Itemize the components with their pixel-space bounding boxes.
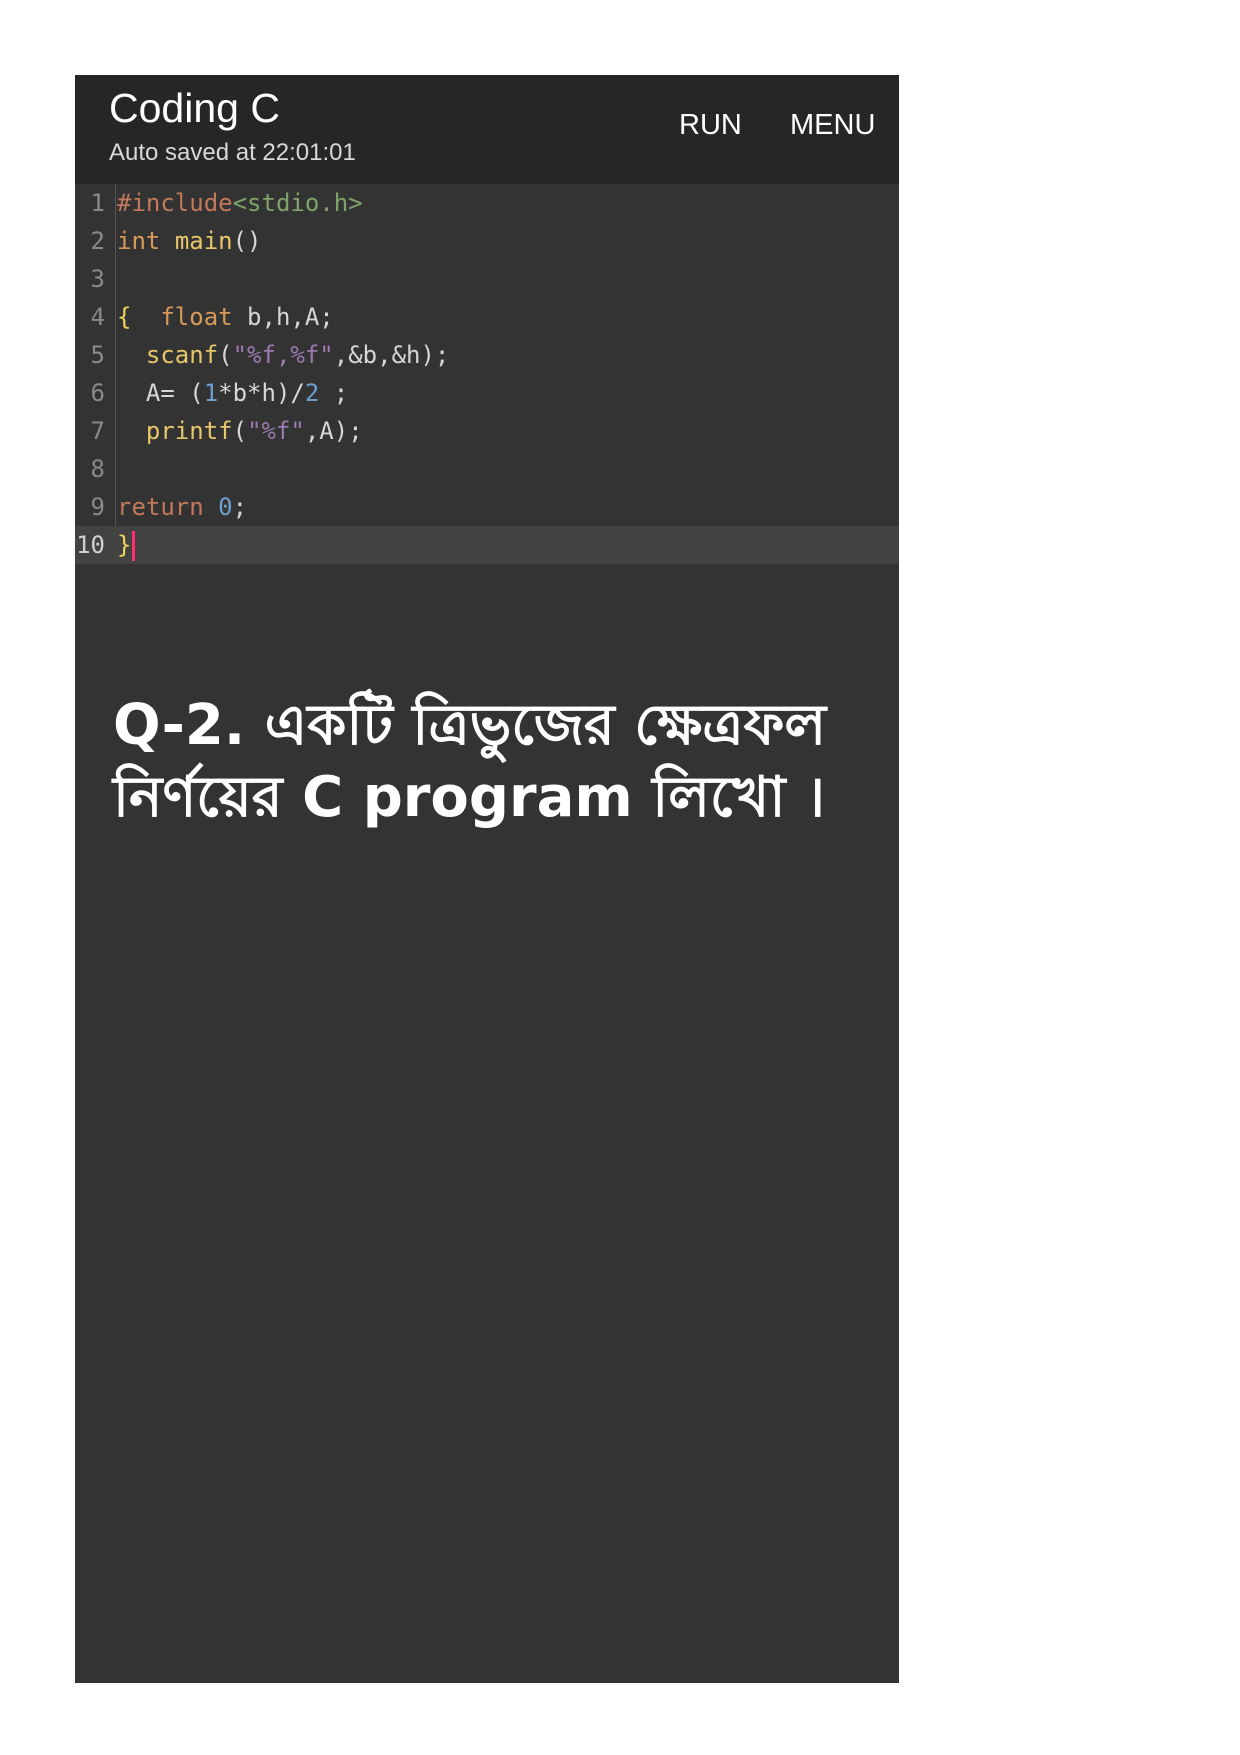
line-number: 4	[90, 303, 105, 331]
code-token: *b*h)/	[218, 379, 305, 407]
line-number: 6	[90, 379, 105, 407]
code-token: int	[117, 227, 161, 255]
code-token: A= (	[117, 379, 204, 407]
autosave-status: Auto saved at 22:01:01	[109, 139, 356, 166]
line-number: 5	[90, 341, 105, 369]
code-text[interactable]: return 0;	[117, 488, 247, 526]
code-line[interactable]: 6 A= (1*b*h)/2 ;	[75, 374, 899, 412]
code-token: ;	[232, 493, 248, 521]
code-token: ,&b,&h);	[333, 341, 450, 369]
code-token: <stdio.h>	[232, 189, 363, 217]
menu-button[interactable]: MENU	[790, 109, 875, 142]
code-token: return	[117, 493, 204, 521]
code-text[interactable]: }	[117, 526, 136, 564]
app-title: Coding C	[109, 85, 280, 131]
code-line[interactable]: 5 scanf("%f,%f",&b,&h);	[75, 336, 899, 374]
code-line[interactable]: 8	[75, 450, 899, 488]
code-text[interactable]: printf("%f",A);	[117, 412, 363, 450]
line-number: 1	[90, 189, 105, 217]
code-token: (	[218, 341, 233, 369]
app-bar: Coding C Auto saved at 22:01:01 RUN MENU	[75, 75, 899, 184]
code-token: main	[174, 227, 233, 255]
line-number: 3	[90, 265, 105, 293]
code-token: "%f"	[247, 417, 305, 445]
code-line[interactable]: 2 int main()	[75, 222, 899, 260]
code-token: 2	[304, 379, 320, 407]
code-text[interactable]: { float b,h,A;	[117, 298, 334, 336]
code-editor[interactable]: 1 #include<stdio.h> 2 int main() 3 4 { float b…	[75, 184, 899, 564]
code-token: scanf	[145, 341, 219, 369]
code-text[interactable]: scanf("%f,%f",&b,&h);	[117, 336, 449, 374]
code-line[interactable]: 1 #include<stdio.h>	[75, 184, 899, 222]
line-number: 8	[90, 455, 105, 483]
code-token: (	[232, 417, 248, 445]
line-number: 7	[90, 417, 105, 445]
code-token: }	[117, 531, 132, 559]
question-line-1: Q-2. একটি ত্রিভুজের ক্ষেত্রফল	[113, 693, 827, 758]
code-text[interactable]: A= (1*b*h)/2 ;	[117, 374, 348, 412]
question-line-2: নির্ণয়ের C program লিখো ।	[113, 765, 825, 830]
code-line[interactable]: 7 printf("%f",A);	[75, 412, 899, 450]
code-line[interactable]: 3	[75, 260, 899, 298]
code-text[interactable]: int main()	[117, 222, 262, 260]
code-line[interactable]: 10}	[75, 526, 899, 564]
code-token: printf	[145, 417, 233, 445]
code-token: float	[160, 303, 233, 331]
code-line[interactable]: 9 return 0;	[75, 488, 899, 526]
code-token: ;	[319, 379, 349, 407]
code-token: "%f,%f"	[232, 341, 334, 369]
code-token: ()	[232, 227, 262, 255]
line-number: 2	[90, 227, 105, 255]
line-number: 10	[76, 531, 105, 559]
code-text[interactable]: #include<stdio.h>	[117, 184, 363, 222]
line-number: 9	[90, 493, 105, 521]
code-token: {	[117, 303, 132, 331]
code-token: ,A);	[304, 417, 363, 445]
code-token: 1	[203, 379, 219, 407]
code-line[interactable]: 4 { float b,h,A;	[75, 298, 899, 336]
question-text: Q-2. একটি ত্রিভুজের ক্ষেত্রফল নির্ণয়ের …	[113, 690, 873, 834]
code-token: b,h,A;	[232, 303, 334, 331]
app-screen: Coding C Auto saved at 22:01:01 RUN MENU…	[75, 75, 899, 1683]
code-token: 0	[218, 493, 233, 521]
code-token: #include	[117, 189, 233, 217]
run-button[interactable]: RUN	[679, 109, 742, 142]
text-cursor	[132, 531, 136, 561]
